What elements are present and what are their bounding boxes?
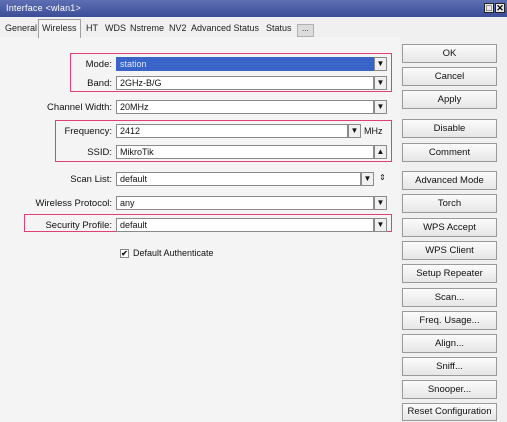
tab-advanced-status[interactable]: Advanced Status: [188, 21, 262, 36]
setup-repeater-button[interactable]: Setup Repeater: [402, 264, 497, 283]
scan-list-input[interactable]: default: [116, 172, 361, 186]
default-authenticate-checkbox[interactable]: ✔: [120, 249, 129, 258]
channel-width-select[interactable]: 20MHz: [116, 100, 374, 114]
security-profile-select[interactable]: default: [116, 218, 374, 232]
tab-status[interactable]: Status: [263, 21, 295, 36]
band-select[interactable]: 2GHz-B/G: [116, 76, 374, 90]
wireless-protocol-select[interactable]: any: [116, 196, 374, 210]
scan-list-dropdown-icon[interactable]: ▼: [361, 172, 374, 186]
frequency-unit: MHz: [364, 126, 383, 136]
advanced-mode-button[interactable]: Advanced Mode: [402, 171, 497, 190]
tab-wds[interactable]: WDS: [102, 21, 129, 36]
tab-nstreme[interactable]: Nstreme: [127, 21, 167, 36]
wps-client-button[interactable]: WPS Client: [402, 241, 497, 260]
sniff-button[interactable]: Sniff...: [402, 357, 497, 376]
mode-dropdown-icon[interactable]: ▼: [374, 57, 387, 71]
comment-button[interactable]: Comment: [402, 143, 497, 162]
frequency-label: Frequency:: [64, 126, 112, 137]
reset-configuration-button[interactable]: Reset Configuration: [402, 403, 497, 421]
align-button[interactable]: Align...: [402, 334, 497, 353]
restore-icon[interactable]: □: [484, 3, 494, 13]
mode-label: Mode:: [85, 59, 112, 70]
tab-general[interactable]: General: [2, 21, 40, 36]
tab-wireless[interactable]: Wireless: [38, 19, 81, 38]
mode-select[interactable]: station: [116, 57, 374, 71]
band-dropdown-icon[interactable]: ▼: [374, 76, 387, 90]
frequency-dropdown-icon[interactable]: ▼: [348, 124, 361, 138]
window-title: Interface <wlan1>: [6, 3, 81, 13]
scan-list-label: Scan List:: [70, 174, 112, 185]
ssid-collapse-icon[interactable]: ▲: [374, 145, 387, 159]
ssid-input[interactable]: MikroTik: [116, 145, 374, 159]
tab-ht[interactable]: HT: [83, 21, 101, 36]
window-titlebar[interactable]: Interface <wlan1> □ ✕: [0, 0, 507, 17]
scan-button[interactable]: Scan...: [402, 288, 497, 307]
wireless-protocol-dropdown-icon[interactable]: ▼: [374, 196, 387, 210]
default-authenticate-label: Default Authenticate: [133, 248, 214, 258]
apply-button[interactable]: Apply: [402, 90, 497, 109]
cancel-button[interactable]: Cancel: [402, 67, 497, 86]
freq-usage-button[interactable]: Freq. Usage...: [402, 311, 497, 330]
band-label: Band:: [87, 78, 112, 89]
frequency-input[interactable]: 2412: [116, 124, 348, 138]
channel-width-label: Channel Width:: [47, 102, 112, 113]
wireless-protocol-label: Wireless Protocol:: [35, 198, 112, 209]
ok-button[interactable]: OK: [402, 44, 497, 63]
torch-button[interactable]: Torch: [402, 194, 497, 213]
disable-button[interactable]: Disable: [402, 119, 497, 138]
tab-more[interactable]: ...: [297, 24, 314, 37]
close-icon[interactable]: ✕: [495, 3, 505, 13]
channel-width-dropdown-icon[interactable]: ▼: [374, 100, 387, 114]
wps-accept-button[interactable]: WPS Accept: [402, 218, 497, 237]
ssid-label: SSID:: [87, 147, 112, 158]
security-profile-label: Security Profile:: [45, 220, 112, 231]
tab-bar: General Wireless HT WDS Nstreme NV2 Adva…: [0, 17, 400, 38]
security-profile-dropdown-icon[interactable]: ▼: [374, 218, 387, 232]
snooper-button[interactable]: Snooper...: [402, 380, 497, 399]
scan-list-updown-icon[interactable]: ⇕: [376, 172, 389, 186]
tab-nv2[interactable]: NV2: [166, 21, 190, 36]
